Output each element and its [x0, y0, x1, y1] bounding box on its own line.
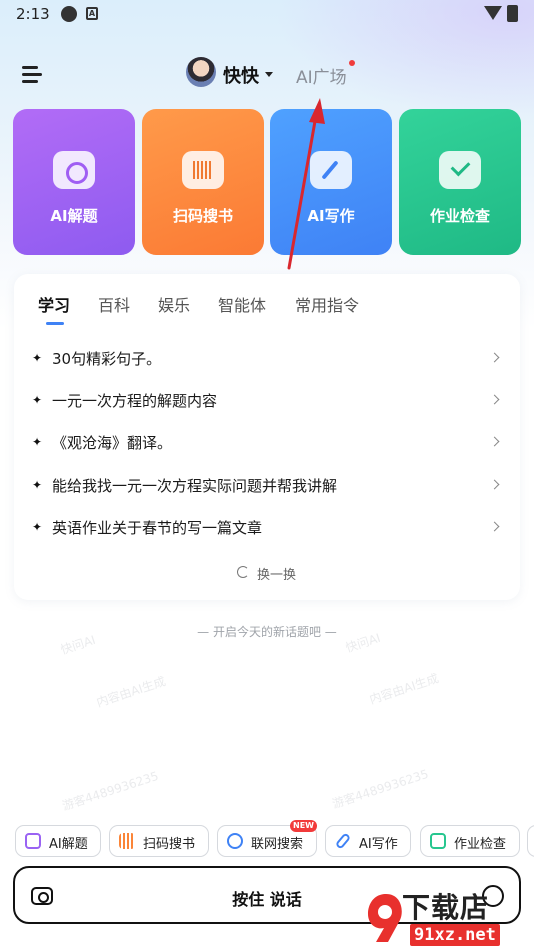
sparkle-icon: ✦ — [32, 435, 43, 449]
chip-label: 联网搜索 — [251, 837, 304, 852]
chevron-right-icon — [489, 521, 500, 532]
battery-icon — [507, 5, 518, 22]
status-bar: 2:13 A — [0, 0, 534, 28]
prompt-text: 30句精彩句子。 — [52, 350, 162, 368]
prompt-panel: 学习 百科 娱乐 智能体 常用指令 ✦ 30句精彩句子。 ✦ 一元一次方程的解题… — [14, 274, 520, 600]
tab-encyclopedia[interactable]: 百科 — [98, 292, 130, 316]
prompt-item[interactable]: ✦ 英语作业关于春节的写一篇文章 — [32, 517, 502, 545]
status-time: 2:13 — [16, 5, 50, 23]
feature-card-ai-writing[interactable]: AI写作 — [270, 109, 392, 255]
chip-label: AI解题 — [49, 837, 88, 852]
feature-card-ai-solve[interactable]: AI解题 — [13, 109, 135, 255]
watermark: 内容由AI生成 — [367, 671, 441, 707]
status-a-icon: A — [86, 7, 98, 20]
feature-card-label: AI解题 — [50, 207, 98, 225]
new-badge: NEW — [290, 820, 317, 832]
watermark: 游客4489936235 — [60, 768, 161, 814]
prompt-text: 一元一次方程的解题内容 — [52, 392, 218, 410]
sparkle-icon: ✦ — [32, 393, 43, 407]
sparkle-icon: ✦ — [32, 478, 43, 492]
assistant-title[interactable]: 快快 — [223, 62, 259, 88]
avatar[interactable] — [186, 57, 216, 87]
prompt-item[interactable]: ✦ 能给我找一元一次方程实际问题并帮我讲解 — [32, 475, 502, 503]
globe-icon — [227, 833, 243, 849]
chip-ai-writing[interactable]: AI写作 — [325, 825, 411, 857]
prompt-text: 英语作业关于春节的写一篇文章 — [52, 519, 263, 537]
chip-label: 作业检查 — [454, 837, 507, 852]
chip-more[interactable] — [527, 825, 534, 857]
watermark: 游客4489936235 — [330, 766, 431, 812]
tab-agents[interactable]: 智能体 — [218, 292, 266, 316]
active-tab-indicator — [46, 322, 64, 325]
chevron-down-icon[interactable] — [265, 72, 273, 77]
pen-icon — [310, 151, 352, 189]
watermark: 内容由AI生成 — [94, 674, 168, 710]
pen-icon — [334, 832, 352, 850]
tab-common-commands[interactable]: 常用指令 — [295, 292, 359, 316]
prompt-item[interactable]: ✦ 《观沧海》翻译。 — [32, 432, 502, 460]
chevron-right-icon — [489, 394, 500, 405]
check-folder-icon — [439, 151, 481, 189]
prompt-item[interactable]: ✦ 一元一次方程的解题内容 — [32, 390, 502, 418]
tab-study[interactable]: 学习 — [38, 292, 70, 316]
check-folder-icon — [430, 833, 446, 849]
tab-entertainment[interactable]: 娱乐 — [158, 292, 190, 316]
feature-card-label: AI写作 — [307, 207, 355, 225]
chevron-right-icon — [489, 436, 500, 447]
refresh-icon[interactable] — [237, 566, 249, 578]
site-logo: 下载店 91xz.net — [366, 886, 534, 950]
barcode-icon — [119, 833, 135, 849]
refresh-button[interactable]: 换一换 — [257, 564, 296, 583]
sparkle-icon: ✦ — [32, 520, 43, 534]
camera-icon — [25, 833, 41, 849]
status-app-icon — [61, 6, 77, 22]
tab-ai-square[interactable]: AI广场 — [296, 63, 347, 88]
chip-ai-solve[interactable]: AI解题 — [15, 825, 101, 857]
wifi-icon — [484, 6, 502, 20]
chevron-right-icon — [489, 479, 500, 490]
chip-label: AI写作 — [359, 837, 398, 852]
prompt-text: 能给我找一元一次方程实际问题并帮我讲解 — [52, 477, 338, 495]
chip-homework-check[interactable]: 作业检查 — [420, 825, 520, 857]
feature-card-label: 作业检查 — [429, 207, 490, 225]
camera-icon — [53, 151, 95, 189]
prompt-text: 《观沧海》翻译。 — [52, 434, 173, 452]
feature-card-label: 扫码搜书 — [172, 207, 233, 225]
chevron-right-icon — [489, 352, 500, 363]
notification-dot — [349, 60, 355, 66]
sparkle-icon: ✦ — [32, 351, 43, 365]
logo-url: 91xz.net — [410, 924, 500, 946]
barcode-icon — [182, 151, 224, 189]
chip-scan-book[interactable]: 扫码搜书 — [109, 825, 209, 857]
logo-text: 下载店 — [402, 891, 490, 924]
prompt-item[interactable]: ✦ 30句精彩句子。 — [32, 348, 502, 376]
chip-label: 扫码搜书 — [143, 837, 196, 852]
logo-mark-icon — [368, 894, 402, 942]
feature-card-scan-book[interactable]: 扫码搜书 — [142, 109, 264, 255]
menu-icon[interactable] — [22, 65, 42, 83]
feature-card-homework-check[interactable]: 作业检查 — [399, 109, 521, 255]
